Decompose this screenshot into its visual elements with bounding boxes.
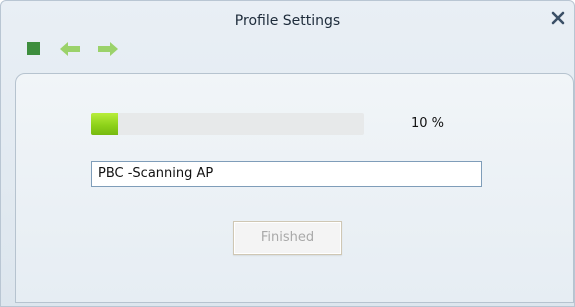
close-icon (551, 11, 565, 25)
finished-button[interactable]: Finished (233, 221, 342, 255)
window-title: Profile Settings (234, 13, 341, 29)
progress-percent: 10 % (411, 116, 445, 131)
progress-bar (91, 113, 364, 135)
profile-settings-window: Profile Settings 10 % PBC -Scanning AP F… (0, 0, 575, 307)
forward-button[interactable] (95, 39, 121, 59)
status-field: PBC -Scanning AP (91, 161, 482, 187)
stop-icon (27, 42, 40, 55)
content-panel: 10 % PBC -Scanning AP Finished (15, 73, 574, 303)
back-arrow-icon (60, 42, 80, 56)
progress-bar-fill (91, 113, 119, 135)
back-button[interactable] (57, 39, 83, 59)
close-button[interactable] (550, 10, 566, 26)
title-bar: Profile Settings (1, 1, 574, 35)
forward-arrow-icon (98, 42, 118, 56)
stop-button[interactable] (25, 39, 51, 59)
